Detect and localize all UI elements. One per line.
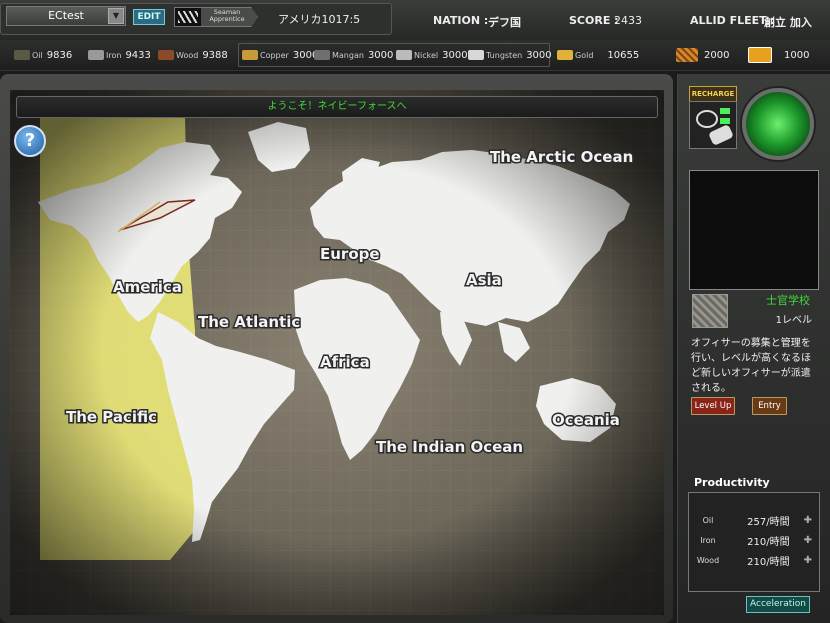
label-indian-ocean[interactable]: The Indian Ocean: [375, 437, 525, 458]
mangan-icon: [314, 50, 330, 60]
officer-display: [689, 170, 819, 290]
coupon-icon: [748, 47, 772, 63]
gold-icon: [557, 50, 573, 60]
rank-label: Seaman Apprentice: [209, 8, 245, 23]
help-button[interactable]: ?: [14, 125, 46, 157]
resource-gold: Gold 10655: [557, 40, 639, 70]
label-atlantic[interactable]: The Atlantic: [197, 312, 302, 333]
user-select[interactable]: ECtest ▼: [6, 6, 126, 26]
indicator-light-icon: [720, 118, 730, 124]
label-europe[interactable]: Europe: [319, 244, 382, 265]
resource-tungsten: Tungsten 3000: [468, 40, 552, 70]
rank-stripes-icon: [178, 11, 198, 23]
wood-icon: Wood: [696, 555, 720, 565]
nation-label: NATION :: [433, 14, 489, 27]
productivity-row-oil: Oil 257/時間 ✚: [696, 511, 812, 529]
country-label: アメリカ1017:5: [278, 13, 361, 26]
radar-icon[interactable]: [742, 88, 814, 160]
resource-extra-2: 1000: [748, 40, 809, 70]
resource-iron: Iron 9433: [88, 40, 151, 70]
fleet-label: ALLID FLEET :: [690, 14, 775, 27]
recharge-panel[interactable]: [689, 101, 737, 149]
label-pacific[interactable]: The Pacific: [65, 407, 159, 428]
acceleration-button[interactable]: Acceleration: [746, 596, 810, 613]
iron-icon: [88, 50, 104, 60]
edit-button[interactable]: EDIT: [133, 9, 165, 25]
building-name: 士官学校: [766, 294, 810, 307]
resource-extra-1: 2000: [676, 40, 729, 70]
username: ECtest: [48, 9, 84, 22]
resource-nickel: Nickel 3000: [396, 40, 468, 70]
building-level: 1レベル: [775, 315, 812, 326]
nickel-icon: [396, 50, 412, 60]
resource-wood: Wood 9388: [158, 40, 228, 70]
nation-value: デフ国: [488, 16, 521, 29]
oil-icon: [14, 50, 30, 60]
hand-icon: [708, 124, 734, 146]
productivity-row-iron: Iron 210/時間 ✚: [696, 531, 812, 549]
welcome-banner: ようこそ！ネイビーフォースへ: [16, 96, 658, 118]
building-thumbnail: [692, 294, 728, 328]
entry-button[interactable]: Entry: [752, 397, 787, 415]
world-map[interactable]: The Arctic Ocean Europe America Asia The…: [10, 90, 664, 615]
tungsten-icon: [468, 50, 484, 60]
label-asia[interactable]: Asia: [465, 270, 504, 291]
chat-bubble-icon: [696, 110, 718, 128]
building-description: オフィサーの募集と管理を行い、レベルが高くなるほど新しいオフィサーが派遣される。: [691, 338, 811, 394]
ticket-icon: [676, 48, 698, 62]
recharge-button[interactable]: RECHARGE: [689, 86, 737, 102]
resource-oil: Oil 9836: [14, 40, 72, 70]
label-arctic-ocean[interactable]: The Arctic Ocean: [489, 147, 635, 168]
iron-icon: Iron: [700, 535, 716, 545]
label-africa[interactable]: Africa: [319, 352, 372, 373]
copper-icon: [242, 50, 258, 60]
plus-icon[interactable]: ✚: [804, 535, 812, 546]
plus-icon[interactable]: ✚: [804, 515, 812, 526]
score-value: 2433: [614, 14, 642, 27]
label-oceania[interactable]: Oceania: [551, 410, 622, 431]
oil-icon: Oil: [702, 515, 714, 525]
fleet-value[interactable]: 創立 加入: [764, 14, 812, 30]
chevron-down-icon: ▼: [108, 8, 124, 24]
label-america[interactable]: America: [112, 277, 184, 298]
plus-icon[interactable]: ✚: [804, 555, 812, 566]
productivity-title: Productivity: [694, 476, 770, 489]
resource-copper: Copper 3000: [242, 40, 318, 70]
wood-icon: [158, 50, 174, 60]
score-label: SCORE :: [569, 14, 619, 27]
indicator-light-icon: [720, 108, 730, 114]
productivity-row-wood: Wood 210/時間 ✚: [696, 554, 812, 568]
resource-mangan: Mangan 3000: [314, 40, 393, 70]
level-up-button[interactable]: Level Up: [691, 397, 735, 415]
